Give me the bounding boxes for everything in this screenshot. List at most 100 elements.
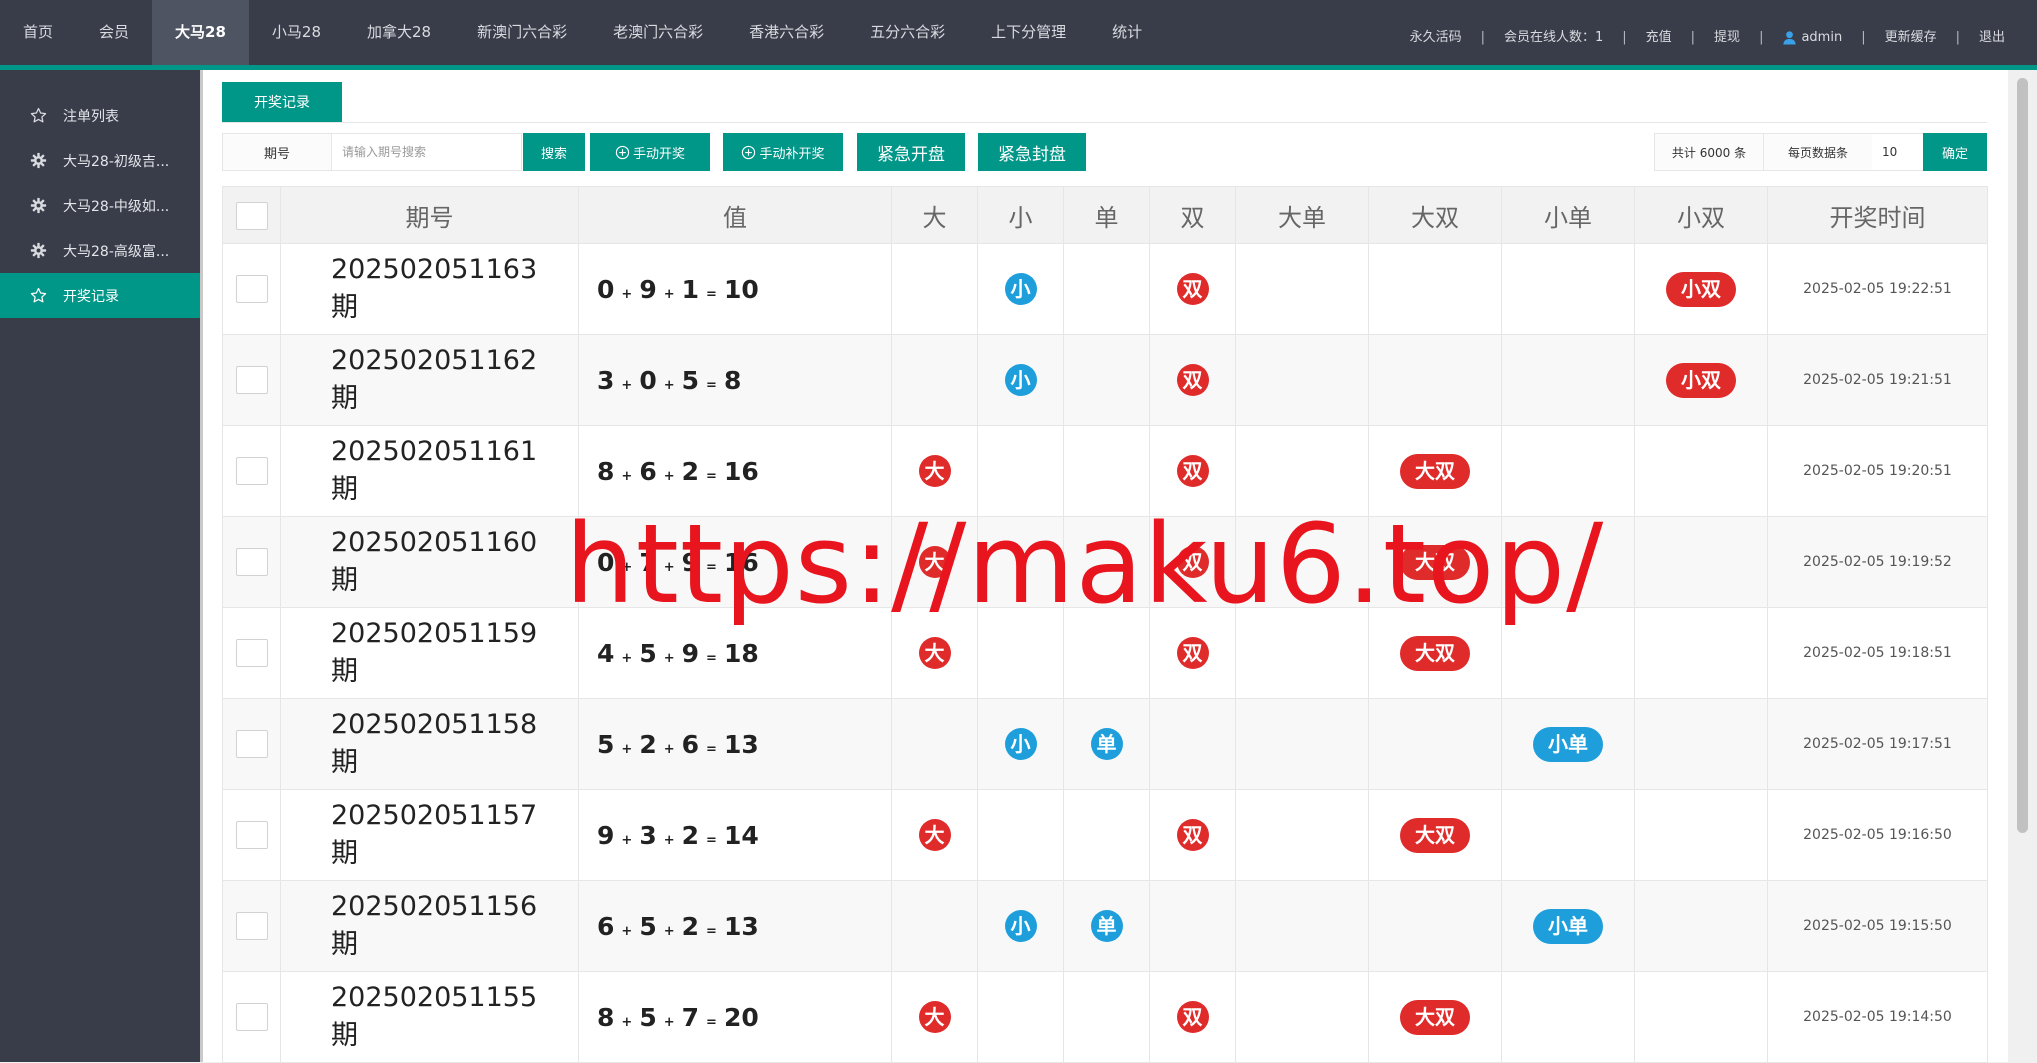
da-cell: 大 (891, 425, 978, 517)
ball-number: 5 (639, 638, 657, 668)
sum-number: 13 (723, 911, 759, 941)
dashuang-cell: 大双 (1368, 789, 1502, 881)
select-all-checkbox[interactable] (235, 201, 268, 230)
gear-icon (30, 242, 47, 259)
emergency-close-button[interactable]: 紧急封盘 (978, 133, 1086, 171)
row-checkbox[interactable] (235, 1003, 268, 1031)
row-checkbox[interactable] (235, 275, 268, 303)
sidebar-item-draw-records[interactable]: 开奖记录 (0, 273, 200, 318)
equals-sign: = (706, 377, 717, 393)
period-search-input[interactable] (332, 133, 522, 171)
shuang-cell: 双 (1149, 971, 1236, 1063)
nav-item-home[interactable]: 首页 (0, 0, 76, 65)
row-checkbox[interactable] (235, 457, 268, 485)
period-suffix: 期 (331, 1020, 358, 1051)
clear-cache-link[interactable]: 更新缓存 (1885, 26, 1937, 45)
nav-item-statistics[interactable]: 统计 (1089, 0, 1165, 65)
column-header: 期号 (280, 186, 579, 244)
row-select-cell (222, 334, 281, 426)
period-number: 202502051156 (331, 891, 538, 922)
nav-item-old-macau-lottery[interactable]: 老澳门六合彩 (590, 0, 726, 65)
select-all-cell (222, 186, 281, 244)
row-checkbox[interactable] (235, 912, 268, 940)
shuang-cell (1149, 698, 1236, 790)
separator: | (1690, 30, 1696, 45)
da-cell: 大 (891, 516, 978, 608)
row-checkbox[interactable] (235, 548, 268, 576)
xiaoshuang-cell (1634, 971, 1768, 1063)
xiaodan-cell: 小单 (1501, 698, 1635, 790)
draw-records-table: 期号 值 大 小 单 双 大单 大双 小单 小双 开奖时间 2025020511… (222, 186, 1988, 1063)
recharge-link[interactable]: 充值 (1646, 26, 1672, 45)
column-header: 双 (1149, 186, 1236, 244)
dan-cell (1063, 243, 1150, 335)
table-row: 202502051157 期 9 +3 +2 = 14 大双大双 2025-02-05 19:1… (222, 789, 1988, 881)
shuang-cell (1149, 880, 1236, 972)
da-cell (891, 243, 978, 335)
ball-number: 7 (681, 1002, 700, 1032)
tab-bar: 开奖记录 (222, 82, 1987, 123)
nav-item-points-management[interactable]: 上下分管理 (968, 0, 1089, 65)
dadan-cell (1235, 607, 1369, 699)
nav-item-five-min-lottery[interactable]: 五分六合彩 (847, 0, 968, 65)
nav-item-new-macau-lottery[interactable]: 新澳门六合彩 (454, 0, 590, 65)
nav-item-hongkong-lottery[interactable]: 香港六合彩 (726, 0, 847, 65)
period-number: 202502051155 (331, 982, 538, 1013)
draw-time-cell: 2025-02-05 19:16:50 (1767, 789, 1988, 881)
separator: | (1480, 30, 1485, 45)
nav-item-xiaoma28[interactable]: 小马28 (249, 0, 344, 65)
manual-supplement-draw-button[interactable]: 手动补开奖 (723, 133, 843, 171)
xiao-cell: 小 (977, 880, 1064, 972)
row-checkbox[interactable] (235, 821, 268, 849)
row-checkbox[interactable] (235, 366, 268, 394)
per-page-input[interactable] (1872, 133, 1924, 171)
xiaodan-cell (1501, 789, 1635, 881)
tab-draw-records[interactable]: 开奖记录 (222, 82, 342, 122)
value-cell: 0 +9 +1 = 10 (578, 243, 892, 335)
period-cell: 202502051156 期 (280, 880, 579, 972)
row-checkbox[interactable] (235, 730, 268, 758)
ball-number: 2 (639, 729, 657, 759)
period-suffix: 期 (331, 474, 358, 505)
nav-item-canada28[interactable]: 加拿大28 (344, 0, 454, 65)
emergency-open-button[interactable]: 紧急开盘 (857, 133, 965, 171)
xiao-badge: 小 (1004, 364, 1037, 396)
sum-number: 18 (723, 638, 759, 668)
value-cell: 5 +2 +6 = 13 (578, 698, 892, 790)
nav-item-dama28[interactable]: 大马28 (152, 0, 249, 65)
sidebar-item-dama28-junior[interactable]: 大马28-初级吉... (0, 138, 200, 183)
search-button[interactable]: 搜索 (523, 133, 585, 171)
ball-number: 0 (597, 274, 615, 304)
column-header: 小双 (1634, 186, 1768, 244)
confirm-button[interactable]: 确定 (1923, 133, 1987, 171)
value-cell: 9 +3 +2 = 14 (578, 789, 892, 881)
xiaoshuang-cell (1634, 425, 1768, 517)
plus-sign: + (621, 741, 633, 757)
shuang-cell: 双 (1149, 334, 1236, 426)
sidebar-item-bet-list[interactable]: 注单列表 (0, 93, 200, 138)
withdraw-link[interactable]: 提现 (1714, 26, 1740, 45)
scrollbar-thumb[interactable] (2017, 78, 2028, 833)
row-checkbox[interactable] (235, 639, 268, 667)
ball-number: 6 (597, 911, 615, 941)
period-suffix: 期 (331, 656, 358, 687)
dashuang-badge: 大双 (1400, 544, 1470, 580)
logout-link[interactable]: 退出 (1979, 26, 2005, 45)
shuang-cell: 双 (1149, 516, 1236, 608)
xiaodan-cell (1501, 516, 1635, 608)
manual-draw-button[interactable]: 手动开奖 (590, 133, 710, 171)
ball-number: 9 (597, 820, 615, 850)
shuang-cell: 双 (1149, 607, 1236, 699)
xiaodan-badge: 小单 (1533, 726, 1603, 762)
draw-time-cell: 2025-02-05 19:19:52 (1767, 516, 1988, 608)
user-menu[interactable]: admin (1782, 30, 1842, 45)
total-count: 共计 6000 条 (1654, 133, 1764, 171)
page-scrollbar[interactable] (2008, 70, 2037, 1062)
permanent-code-link[interactable]: 永久活码 (1410, 26, 1462, 45)
row-select-cell (222, 425, 281, 517)
sidebar-item-dama28-intermediate[interactable]: 大马28-中级如... (0, 183, 200, 228)
nav-item-members[interactable]: 会员 (76, 0, 152, 65)
sidebar-item-dama28-advanced[interactable]: 大马28-高级富... (0, 228, 200, 273)
period-cell: 202502051162 期 (280, 334, 579, 426)
dadan-cell (1235, 971, 1369, 1063)
